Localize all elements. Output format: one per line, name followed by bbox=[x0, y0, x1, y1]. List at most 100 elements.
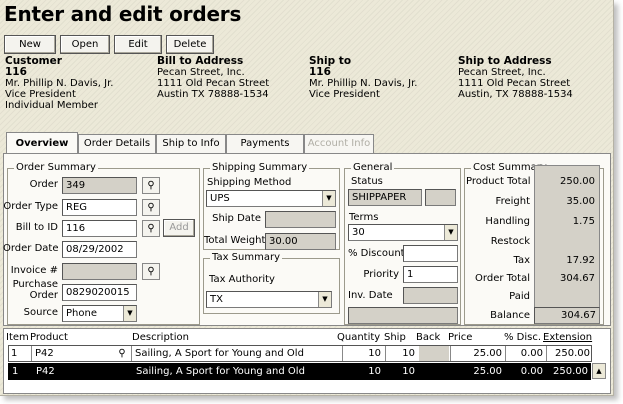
cell-disc[interactable]: 0.00 bbox=[507, 346, 543, 361]
order-type-label: Order Type bbox=[3, 201, 58, 212]
general-extra-field bbox=[348, 307, 458, 324]
cell-item[interactable]: 1 bbox=[12, 364, 28, 379]
shipping-method-select[interactable]: UPS ▼ bbox=[206, 190, 336, 207]
ship-to-address-city: Austin, TX 78888-1534 bbox=[458, 89, 573, 100]
col-extension-header[interactable]: Extension bbox=[543, 332, 592, 344]
order-number-field[interactable]: 349 bbox=[62, 177, 137, 194]
bill-to-street: 1111 Old Pecan Street bbox=[157, 78, 270, 89]
ship-date-field[interactable] bbox=[265, 211, 336, 228]
discount-field[interactable] bbox=[403, 245, 458, 262]
cell-extension[interactable]: 250.00 bbox=[548, 364, 588, 379]
purchase-order-field[interactable]: 0829020015 bbox=[62, 284, 137, 301]
tab-overview[interactable]: Overview bbox=[6, 132, 78, 154]
priority-field[interactable]: 1 bbox=[403, 266, 458, 283]
status-field[interactable]: SHIPPAPER bbox=[348, 189, 422, 206]
col-quantity-header[interactable]: Quantity bbox=[337, 332, 380, 344]
cell-price[interactable]: 25.00 bbox=[452, 364, 502, 379]
order-date-field[interactable]: 08/29/2002 bbox=[62, 241, 137, 258]
chevron-down-icon[interactable]: ▼ bbox=[318, 292, 331, 307]
cell-description[interactable]: Sailing, A Sport for Young and Old bbox=[135, 346, 335, 361]
edit-button[interactable]: Edit bbox=[114, 35, 162, 54]
customer-name: Mr. Phillip N. Davis, Jr. bbox=[5, 78, 114, 89]
order-type-field[interactable]: REG bbox=[62, 199, 137, 216]
freight-label: Freight bbox=[495, 196, 530, 207]
tax-value: 17.92 bbox=[566, 255, 595, 266]
customer-membership: Individual Member bbox=[5, 100, 99, 111]
delete-button[interactable]: Delete bbox=[166, 35, 214, 54]
cell-item[interactable]: 1 bbox=[11, 346, 27, 361]
bill-to-id-field[interactable]: 116 bbox=[62, 220, 137, 237]
terms-select[interactable]: 30 ▼ bbox=[348, 224, 458, 241]
source-select[interactable]: Phone ▼ bbox=[62, 305, 137, 322]
ship-date-label: Ship Date bbox=[212, 213, 261, 224]
product-lookup-icon[interactable]: ⚲ bbox=[115, 346, 129, 361]
cell-ship[interactable]: 10 bbox=[387, 364, 415, 379]
tax-authority-value: TX bbox=[210, 294, 223, 305]
priority-label: Priority bbox=[363, 269, 399, 280]
col-item-header[interactable]: Item bbox=[6, 332, 29, 344]
restock-label: Restock bbox=[490, 236, 530, 247]
open-button[interactable]: Open bbox=[60, 35, 110, 54]
chevron-down-icon[interactable]: ▼ bbox=[322, 191, 335, 206]
invoice-lookup-button[interactable]: ⚲ bbox=[142, 263, 160, 280]
tax-authority-select[interactable]: TX ▼ bbox=[206, 291, 332, 308]
invoice-field[interactable] bbox=[62, 263, 137, 280]
cell-product[interactable]: P42 bbox=[35, 346, 115, 361]
tax-summary-title: Tax Summary bbox=[210, 252, 283, 264]
cell-extension[interactable]: 250.00 bbox=[548, 346, 590, 361]
bill-to-lookup-button[interactable]: ⚲ bbox=[142, 220, 160, 237]
cell-quantity[interactable]: 10 bbox=[344, 346, 381, 361]
new-button[interactable]: New bbox=[4, 35, 56, 54]
col-back-header[interactable]: Back bbox=[416, 332, 440, 344]
scroll-up-arrow-icon[interactable]: ▲ bbox=[592, 363, 606, 379]
lookup-icon: ⚲ bbox=[147, 223, 155, 234]
table-row[interactable]: 1 P42 ⚲ Sailing, A Sport for Young and O… bbox=[8, 345, 592, 362]
tab-account-info: Account Info bbox=[304, 134, 374, 154]
cell-ship[interactable]: 10 bbox=[387, 346, 415, 361]
cell-description[interactable]: Sailing, A Sport for Young and Old bbox=[136, 364, 336, 379]
order-lookup-button[interactable]: ⚲ bbox=[142, 177, 160, 194]
balance-label: Balance bbox=[490, 310, 530, 321]
product-total-label: Product Total bbox=[466, 176, 531, 187]
col-ship-header[interactable]: Ship bbox=[384, 332, 406, 344]
cell-quantity[interactable]: 10 bbox=[344, 364, 381, 379]
customer-id: 116 bbox=[5, 66, 27, 78]
source-label: Source bbox=[23, 307, 58, 318]
bill-to-heading: Bill to Address bbox=[157, 55, 244, 67]
col-price-header[interactable]: Price bbox=[448, 332, 472, 344]
shipping-method-value: UPS bbox=[210, 193, 230, 204]
tab-payments[interactable]: Payments bbox=[226, 134, 304, 154]
discount-label: % Discount bbox=[348, 248, 405, 259]
col-description-header[interactable]: Description bbox=[132, 332, 189, 344]
col-disc-header[interactable]: % Disc. bbox=[504, 332, 541, 344]
chevron-down-icon[interactable]: ▼ bbox=[444, 225, 457, 240]
lookup-icon: ⚲ bbox=[147, 202, 155, 213]
bill-to-block: Bill to Address Pecan Street, Inc. 1111 … bbox=[157, 55, 270, 101]
tab-order-details[interactable]: Order Details bbox=[78, 134, 156, 154]
tax-authority-label: Tax Authority bbox=[209, 274, 275, 285]
page-title: Enter and edit orders bbox=[4, 2, 242, 26]
total-weight-field[interactable]: 30.00 bbox=[265, 233, 336, 250]
ship-to-address-street: 1111 Old Pecan Street bbox=[458, 78, 571, 89]
ship-to-block: Ship to 116 Mr. Phillip N. Davis, Jr. Vi… bbox=[309, 56, 417, 101]
terms-value: 30 bbox=[352, 227, 365, 238]
inv-date-field[interactable] bbox=[403, 287, 458, 304]
col-product-header[interactable]: Product bbox=[30, 332, 68, 344]
cell-disc[interactable]: 0.00 bbox=[507, 364, 543, 379]
tab-ship-to-info[interactable]: Ship to Info bbox=[156, 134, 226, 154]
tax-label: Tax bbox=[513, 255, 531, 266]
ship-to-address-heading: Ship to Address bbox=[458, 55, 552, 67]
source-value: Phone bbox=[66, 308, 97, 319]
order-type-lookup-button[interactable]: ⚲ bbox=[142, 199, 160, 216]
general-title: General bbox=[351, 162, 395, 174]
terms-label: Terms bbox=[349, 212, 379, 223]
status-label: Status bbox=[351, 176, 383, 187]
chevron-down-icon[interactable]: ▼ bbox=[123, 306, 136, 321]
shipping-method-label: Shipping Method bbox=[207, 177, 292, 188]
add-button[interactable]: Add bbox=[163, 219, 195, 237]
cell-product[interactable]: P42 bbox=[36, 364, 116, 379]
ship-to-id: 116 bbox=[309, 66, 331, 78]
table-row-selected[interactable]: 1 P42 Sailing, A Sport for Young and Old… bbox=[8, 363, 591, 380]
cell-price[interactable]: 25.00 bbox=[452, 346, 502, 361]
status-extra-field bbox=[425, 189, 456, 206]
